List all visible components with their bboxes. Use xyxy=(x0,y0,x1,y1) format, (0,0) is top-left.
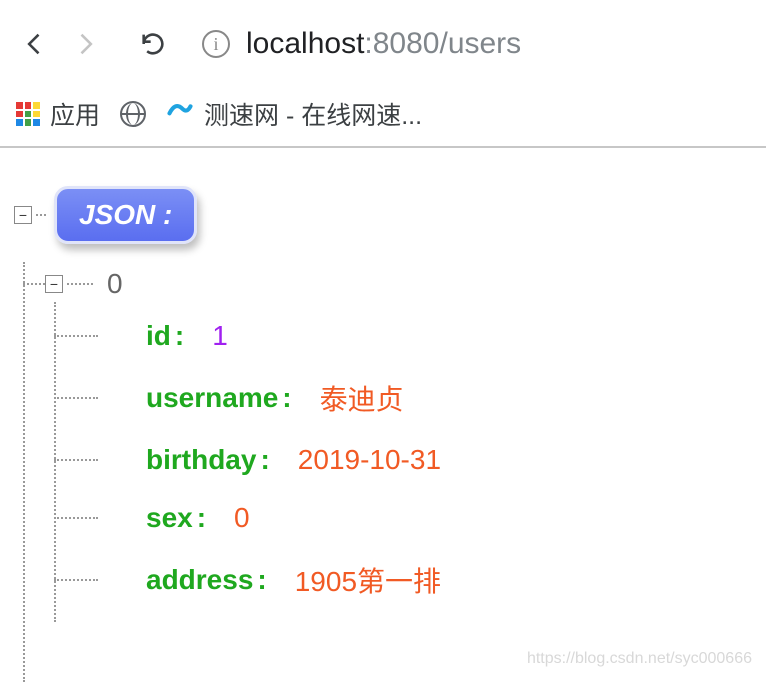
colon: : xyxy=(282,382,291,414)
speedtest-icon xyxy=(166,97,194,132)
tree-connector xyxy=(36,214,46,216)
json-property-row: id: 1 xyxy=(146,320,766,352)
tree-connector xyxy=(23,283,45,285)
json-root-badge[interactable]: JSON : xyxy=(54,186,197,244)
tree-connector xyxy=(67,283,93,285)
refresh-button[interactable] xyxy=(134,25,172,63)
back-button[interactable] xyxy=(16,25,54,63)
property-key: username xyxy=(146,382,278,414)
property-key: sex xyxy=(146,502,193,534)
bookmarks-bar: 应用 测速网 - 在线网速... xyxy=(0,88,766,148)
watermark-text: https://blog.csdn.net/syc000666 xyxy=(527,650,752,668)
property-value: 1 xyxy=(212,320,228,352)
property-value: 0 xyxy=(234,502,250,534)
colon: : xyxy=(197,502,206,534)
speedtest-label: 测速网 - 在线网速... xyxy=(204,96,422,132)
tree-connector xyxy=(54,335,98,337)
tree-connector xyxy=(54,579,98,581)
apps-icon xyxy=(16,102,40,126)
tree-connector xyxy=(54,459,98,461)
colon: : xyxy=(257,564,266,596)
property-key: id xyxy=(146,320,171,352)
json-property-row: birthday: 2019-10-31 xyxy=(146,444,766,476)
tree-connector xyxy=(54,517,98,519)
bookmark-speedtest[interactable]: 测速网 - 在线网速... xyxy=(166,96,422,132)
array-index-label: 0 xyxy=(107,268,123,300)
tree-connector xyxy=(54,302,56,622)
apps-label: 应用 xyxy=(50,96,100,132)
tree-connector xyxy=(54,397,98,399)
forward-button[interactable] xyxy=(66,25,104,63)
json-property-row: username: 泰迪贞 xyxy=(146,378,766,418)
json-property-row: sex: 0 xyxy=(146,502,766,534)
url-text: localhost:8080/users xyxy=(246,27,521,61)
site-info-icon[interactable]: i xyxy=(202,30,230,58)
property-value: 2019-10-31 xyxy=(298,444,441,476)
property-key: address xyxy=(146,564,253,596)
tree-connector xyxy=(23,262,25,682)
colon: : xyxy=(260,444,269,476)
address-bar[interactable]: i localhost:8080/users xyxy=(202,27,750,61)
apps-shortcut[interactable]: 应用 xyxy=(16,96,100,132)
property-value: 泰迪贞 xyxy=(320,378,404,418)
property-key: birthday xyxy=(146,444,256,476)
tree-root-row: − JSON : xyxy=(14,186,766,244)
browser-toolbar: i localhost:8080/users xyxy=(0,0,766,88)
bookmark-globe[interactable] xyxy=(120,101,146,127)
url-host: localhost xyxy=(246,27,364,60)
globe-icon xyxy=(120,101,146,127)
collapse-toggle[interactable]: − xyxy=(14,206,32,224)
json-viewer: − JSON : − 0 id: 1 username: xyxy=(0,148,766,600)
collapse-toggle[interactable]: − xyxy=(45,275,63,293)
json-property-row: address: 1905第一排 xyxy=(146,560,766,600)
tree-array-item: − 0 xyxy=(84,268,766,300)
colon: : xyxy=(175,320,184,352)
property-value: 1905第一排 xyxy=(295,560,441,600)
url-path: :8080/users xyxy=(364,27,521,60)
